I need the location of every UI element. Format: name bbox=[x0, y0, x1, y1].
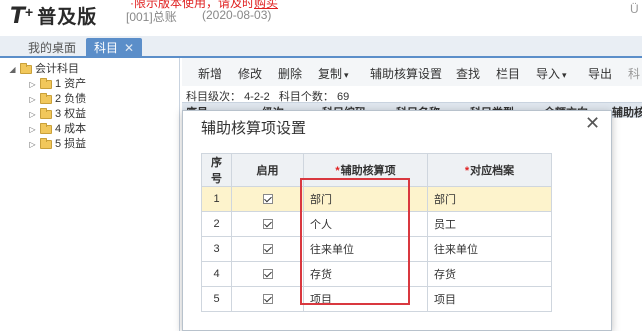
app-header: T + 普及版 ·限示版本使用，请及时购买 [001]总账 (2020-08-0… bbox=[0, 0, 642, 36]
close-icon[interactable]: ✕ bbox=[124, 38, 134, 58]
enabled-cell[interactable] bbox=[231, 261, 304, 287]
tree-item-equity[interactable]: ▷ 3 权益 bbox=[28, 107, 86, 122]
col-label: 对应档案 bbox=[470, 165, 515, 177]
expand-icon[interactable]: ▷ bbox=[28, 107, 37, 122]
logo-plus: + bbox=[25, 4, 34, 20]
table-row[interactable]: 5 项目 项目 bbox=[201, 286, 552, 312]
tree-item-assets[interactable]: ▷ 1 资产 bbox=[28, 77, 86, 92]
row-seq: 2 bbox=[201, 211, 232, 237]
aux-item-cell[interactable]: 存货 bbox=[303, 261, 428, 287]
tree-item-cost[interactable]: ▷ 4 成本 bbox=[28, 122, 86, 137]
logo-mark: T bbox=[10, 4, 26, 29]
export-button[interactable]: 导出 bbox=[588, 65, 612, 82]
tree-item-liabilities[interactable]: ▷ 2 负债 bbox=[28, 92, 86, 107]
expand-icon[interactable]: ▷ bbox=[28, 122, 37, 137]
toolbar: 新增 修改 删除 复制 ▾ 辅助核算设置 查找 栏目 导入 ▾ 导出 科 bbox=[182, 58, 642, 86]
enabled-cell[interactable] bbox=[231, 211, 304, 237]
tab-label: 科目 bbox=[94, 41, 119, 55]
archive-cell[interactable]: 部门 bbox=[427, 186, 552, 212]
tab-label: 我的桌面 bbox=[28, 41, 77, 55]
tree-item-label: 3 权益 bbox=[55, 108, 87, 120]
tab-my-desktop[interactable]: 我的桌面 bbox=[18, 38, 86, 58]
account-label: [001]总账 bbox=[126, 10, 177, 24]
enabled-checkbox[interactable] bbox=[262, 244, 273, 255]
row-seq: 3 bbox=[201, 236, 232, 262]
close-icon[interactable]: ✕ bbox=[585, 113, 600, 134]
tree-item-label: 5 损益 bbox=[55, 138, 87, 150]
corner-indicator: Ü bbox=[630, 2, 639, 16]
import-label: 导入 bbox=[536, 67, 561, 81]
tree-item-profit-loss[interactable]: ▷ 5 损益 bbox=[28, 137, 86, 152]
aux-item-cell[interactable]: 往来单位 bbox=[303, 236, 428, 262]
dialog-title: 辅助核算项设置 bbox=[201, 120, 307, 137]
enabled-checkbox[interactable] bbox=[262, 194, 273, 205]
table-row[interactable]: 2 个人 员工 bbox=[201, 211, 552, 237]
col-archive: *对应档案 bbox=[427, 153, 552, 187]
find-button[interactable]: 查找 bbox=[456, 65, 480, 82]
subject-tree: ◢ 会计科目 ▷ 1 资产 ▷ 2 负债 ▷ 3 权益 ▷ 4 成本 ▷ 5 损… bbox=[0, 58, 180, 331]
enabled-checkbox[interactable] bbox=[262, 269, 273, 280]
folder-icon bbox=[40, 78, 52, 89]
chevron-down-icon: ▾ bbox=[562, 70, 567, 80]
collapse-icon[interactable]: ◢ bbox=[8, 62, 17, 77]
col-label: 辅助核算项 bbox=[340, 165, 396, 177]
row-seq: 1 bbox=[201, 186, 232, 212]
folder-icon bbox=[20, 63, 32, 74]
expand-icon[interactable]: ▷ bbox=[28, 77, 37, 92]
folder-icon bbox=[40, 123, 52, 134]
row-seq: 4 bbox=[201, 261, 232, 287]
tree-item-label: 1 资产 bbox=[55, 78, 87, 90]
app-logo: T + 普及版 bbox=[10, 2, 98, 29]
tree-item-root[interactable]: ◢ 会计科目 bbox=[8, 62, 79, 77]
aux-setup-dialog: 辅助核算项设置 ✕ 序号 启用 *辅助核算项 *对应档案 1 部门 部门 2 个… bbox=[182, 110, 612, 331]
enabled-cell[interactable] bbox=[231, 236, 304, 262]
edit-button[interactable]: 修改 bbox=[238, 65, 262, 82]
table-header-row: 序号 启用 *辅助核算项 *对应档案 bbox=[201, 153, 552, 187]
add-button[interactable]: 新增 bbox=[198, 65, 222, 82]
aux-setup-button[interactable]: 辅助核算设置 bbox=[370, 65, 442, 82]
aux-item-cell[interactable]: 项目 bbox=[303, 286, 428, 312]
tab-bar: 我的桌面 科目 ✕ bbox=[0, 36, 642, 58]
import-button[interactable]: 导入 ▾ bbox=[536, 65, 567, 82]
row-seq: 5 bbox=[201, 286, 232, 312]
expand-icon[interactable]: ▷ bbox=[28, 137, 37, 152]
archive-cell[interactable]: 员工 bbox=[427, 211, 552, 237]
aux-item-cell[interactable]: 个人 bbox=[303, 211, 428, 237]
required-mark: * bbox=[335, 165, 340, 177]
tree-item-label: 会计科目 bbox=[35, 63, 79, 75]
enabled-cell[interactable] bbox=[231, 286, 304, 312]
chevron-down-icon: ▾ bbox=[344, 70, 349, 80]
folder-icon bbox=[40, 108, 52, 119]
col-seq: 序号 bbox=[201, 153, 232, 187]
login-date: (2020-08-03) bbox=[202, 8, 272, 22]
folder-icon bbox=[40, 138, 52, 149]
tab-subject[interactable]: 科目 ✕ bbox=[86, 38, 143, 58]
col-aux-item: *辅助核算项 bbox=[303, 153, 428, 187]
archive-cell[interactable]: 往来单位 bbox=[427, 236, 552, 262]
copy-label: 复制 bbox=[318, 67, 343, 81]
tree-item-label: 4 成本 bbox=[55, 123, 87, 135]
logo-name: 普及版 bbox=[37, 6, 98, 28]
aux-items-table: 序号 启用 *辅助核算项 *对应档案 1 部门 部门 2 个人 员工 3 往来单… bbox=[201, 153, 552, 312]
enabled-checkbox[interactable] bbox=[262, 294, 273, 305]
expand-icon[interactable]: ▷ bbox=[28, 92, 37, 107]
grid-col-header: 辅助核 bbox=[612, 107, 642, 118]
folder-icon bbox=[40, 93, 52, 104]
table-row[interactable]: 1 部门 部门 bbox=[201, 186, 552, 212]
enabled-checkbox[interactable] bbox=[262, 219, 273, 230]
table-row[interactable]: 3 往来单位 往来单位 bbox=[201, 236, 552, 262]
archive-cell[interactable]: 存货 bbox=[427, 261, 552, 287]
aux-item-cell[interactable]: 部门 bbox=[303, 186, 428, 212]
required-mark: * bbox=[464, 165, 470, 177]
delete-button[interactable]: 删除 bbox=[278, 65, 302, 82]
col-enabled: 启用 bbox=[231, 153, 304, 187]
more-button[interactable]: 科 bbox=[628, 65, 640, 82]
archive-cell[interactable]: 项目 bbox=[427, 286, 552, 312]
table-row[interactable]: 4 存货 存货 bbox=[201, 261, 552, 287]
enabled-cell[interactable] bbox=[231, 186, 304, 212]
columns-button[interactable]: 栏目 bbox=[496, 65, 520, 82]
copy-button[interactable]: 复制 ▾ bbox=[318, 65, 349, 82]
tree-item-label: 2 负债 bbox=[55, 93, 87, 105]
